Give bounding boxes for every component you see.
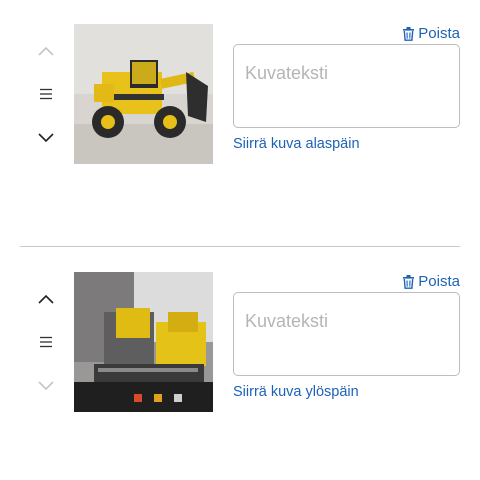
image-item: Poista Siirrä kuva ylöspäin (0, 248, 480, 412)
loader-photo (74, 24, 213, 164)
chevron-down-icon (38, 381, 54, 391)
trash-icon (403, 274, 415, 289)
chevron-up-icon (38, 46, 54, 56)
image-item: Poista Siirrä kuva alaspäin (0, 0, 480, 164)
caption-input[interactable] (233, 44, 460, 128)
move-down-button[interactable] (30, 124, 62, 152)
move-image-up-link[interactable]: Siirrä kuva ylöspäin (233, 384, 359, 400)
move-up-button[interactable] (30, 37, 62, 65)
drag-handle[interactable] (30, 80, 62, 108)
chevron-down-icon (38, 133, 54, 143)
move-image-down-link[interactable]: Siirrä kuva alaspäin (233, 136, 360, 152)
drag-handle-icon (40, 336, 52, 348)
image-thumbnail (74, 272, 213, 412)
loader-photo (74, 272, 213, 412)
move-up-button[interactable] (30, 285, 62, 313)
delete-label: Poista (418, 273, 460, 290)
drag-handle[interactable] (30, 328, 62, 356)
trash-icon (403, 26, 415, 41)
drag-handle-icon (40, 88, 52, 100)
move-down-button[interactable] (30, 372, 62, 400)
image-thumbnail (74, 24, 213, 164)
delete-button[interactable]: Poista (402, 25, 460, 42)
delete-label: Poista (418, 25, 460, 42)
chevron-up-icon (38, 294, 54, 304)
divider (20, 246, 460, 247)
delete-button[interactable]: Poista (402, 273, 460, 290)
caption-input[interactable] (233, 292, 460, 376)
